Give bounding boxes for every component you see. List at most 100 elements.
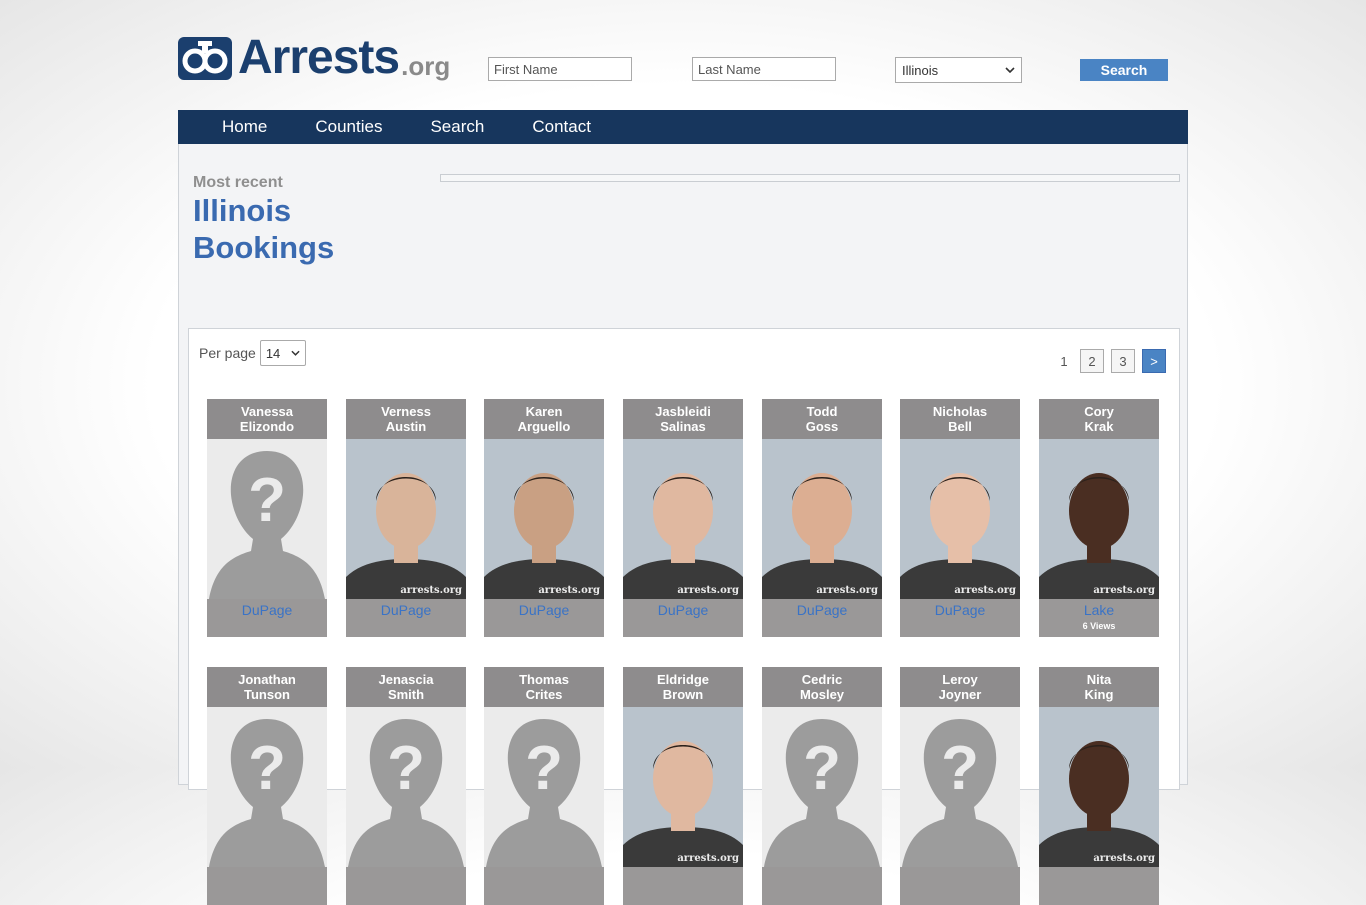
booking-card[interactable]: Leroy Joyner? <box>900 667 1020 905</box>
mugshot-photo[interactable]: arrests.org <box>900 439 1020 599</box>
page-current: 1 <box>1060 353 1068 369</box>
booking-name[interactable]: Thomas Crites <box>484 667 604 707</box>
booking-footer <box>346 867 466 905</box>
per-page-value: 14 <box>265 345 281 361</box>
booking-name[interactable]: Vanessa Elizondo <box>207 399 327 439</box>
booking-card[interactable]: Vanessa Elizondo? DuPage <box>207 399 327 637</box>
booking-card[interactable]: Thomas Crites? <box>484 667 604 905</box>
state-select[interactable]: Illinois <box>895 57 1022 83</box>
booking-footer <box>623 867 743 905</box>
booking-name[interactable]: Jonathan Tunson <box>207 667 327 707</box>
mugshot-photo[interactable]: arrests.org <box>623 439 743 599</box>
main-nav: Home Counties Search Contact <box>178 110 1188 144</box>
booking-card[interactable]: Jasbleidi Salinas arrests.org DuPage <box>623 399 743 637</box>
watermark-text: arrests.org <box>816 585 878 596</box>
nav-search[interactable]: Search <box>430 110 484 144</box>
mugshot-photo[interactable]: arrests.org <box>762 439 882 599</box>
no-photo-placeholder-icon[interactable]: ? <box>762 707 882 867</box>
page-link-3[interactable]: 3 <box>1111 349 1135 373</box>
booking-card[interactable]: Cory Krak arrests.org Lake 6 Views <box>1039 399 1159 637</box>
booking-first-name: Jasbleidi <box>655 404 711 419</box>
no-photo-placeholder-icon[interactable]: ? <box>484 707 604 867</box>
booking-last-name: Tunson <box>244 687 290 702</box>
last-name-input[interactable] <box>692 57 836 81</box>
mugshot-photo[interactable]: arrests.org <box>1039 439 1159 599</box>
booking-card[interactable]: Eldridge Brown arrests.org <box>623 667 743 905</box>
page-link-2[interactable]: 2 <box>1080 349 1104 373</box>
booking-last-name: Krak <box>1084 419 1114 434</box>
booking-name[interactable]: Verness Austin <box>346 399 466 439</box>
booking-last-name: Brown <box>662 687 704 702</box>
mugshot-photo[interactable]: arrests.org <box>346 439 466 599</box>
booking-last-name: King <box>1084 687 1114 702</box>
booking-name[interactable]: Todd Goss <box>762 399 882 439</box>
mugshot-photo[interactable]: arrests.org <box>1039 707 1159 867</box>
handcuffs-logo-icon <box>178 37 232 80</box>
booking-name[interactable]: Nicholas Bell <box>900 399 1020 439</box>
booking-footer: DuPage <box>623 599 743 637</box>
booking-footer: DuPage <box>346 599 466 637</box>
county-link[interactable]: DuPage <box>762 599 882 621</box>
booking-name[interactable]: Jenascia Smith <box>346 667 466 707</box>
nav-contact[interactable]: Contact <box>532 110 591 144</box>
booking-footer: DuPage <box>484 599 604 637</box>
county-link[interactable]: DuPage <box>900 599 1020 621</box>
booking-footer <box>900 867 1020 905</box>
page-next-button[interactable]: > <box>1142 349 1166 373</box>
booking-first-name: Todd <box>806 404 838 419</box>
county-link[interactable]: DuPage <box>346 599 466 621</box>
booking-card[interactable]: Nicholas Bell arrests.org DuPage <box>900 399 1020 637</box>
booking-card[interactable]: Jonathan Tunson? <box>207 667 327 905</box>
booking-first-name: Cedric <box>801 672 843 687</box>
state-select-value: Illinois <box>902 62 939 78</box>
booking-card[interactable]: Todd Goss arrests.org DuPage <box>762 399 882 637</box>
county-link[interactable]: Lake <box>1039 599 1159 621</box>
no-photo-placeholder-icon[interactable]: ? <box>207 707 327 867</box>
mugshot-photo[interactable]: arrests.org <box>484 439 604 599</box>
booking-first-name: Nita <box>1086 672 1112 687</box>
watermark-text: arrests.org <box>400 585 462 596</box>
booking-last-name: Goss <box>805 419 839 434</box>
booking-card[interactable]: Cedric Mosley? <box>762 667 882 905</box>
no-photo-placeholder-icon[interactable]: ? <box>346 707 466 867</box>
booking-name[interactable]: Cedric Mosley <box>762 667 882 707</box>
page-title-line2: Bookings <box>193 230 335 265</box>
per-page-select[interactable]: 14 <box>259 340 306 366</box>
booking-first-name: Vanessa <box>240 404 294 419</box>
booking-name[interactable]: Leroy Joyner <box>900 667 1020 707</box>
no-photo-placeholder-icon[interactable]: ? <box>900 707 1020 867</box>
booking-card[interactable]: Verness Austin arrests.org DuPage <box>346 399 466 637</box>
svg-text:?: ? <box>941 734 979 803</box>
chevron-down-icon <box>1005 67 1015 73</box>
nav-home[interactable]: Home <box>222 110 267 144</box>
booking-card[interactable]: Nita King arrests.org <box>1039 667 1159 905</box>
county-link[interactable]: DuPage <box>207 599 327 621</box>
booking-first-name: Thomas <box>519 672 569 687</box>
booking-name[interactable]: Cory Krak <box>1039 399 1159 439</box>
booking-name[interactable]: Karen Arguello <box>484 399 604 439</box>
booking-last-name: Austin <box>385 419 427 434</box>
booking-card[interactable]: Karen Arguello arrests.org DuPage <box>484 399 604 637</box>
booking-footer <box>207 867 327 905</box>
page-title: Illinois Bookings <box>193 192 413 266</box>
county-link[interactable]: DuPage <box>484 599 604 621</box>
booking-last-name: Crites <box>525 687 563 702</box>
booking-name[interactable]: Eldridge Brown <box>623 667 743 707</box>
no-photo-placeholder-icon[interactable]: ? <box>207 439 327 599</box>
site-logo[interactable]: Arrests .org <box>178 34 450 82</box>
watermark-text: arrests.org <box>677 585 739 596</box>
nav-counties[interactable]: Counties <box>315 110 382 144</box>
county-link[interactable]: DuPage <box>623 599 743 621</box>
view-count: 6 Views <box>1082 621 1116 631</box>
search-button[interactable]: Search <box>1080 59 1168 81</box>
booking-name[interactable]: Nita King <box>1039 667 1159 707</box>
booking-footer <box>762 867 882 905</box>
booking-card[interactable]: Jenascia Smith? <box>346 667 466 905</box>
first-name-input[interactable] <box>488 57 632 81</box>
booking-name[interactable]: Jasbleidi Salinas <box>623 399 743 439</box>
svg-text:?: ? <box>525 734 563 803</box>
booking-last-name: Elizondo <box>239 419 295 434</box>
booking-first-name: Jenascia <box>378 672 434 687</box>
mugshot-photo[interactable]: arrests.org <box>623 707 743 867</box>
chevron-down-icon <box>291 350 300 356</box>
